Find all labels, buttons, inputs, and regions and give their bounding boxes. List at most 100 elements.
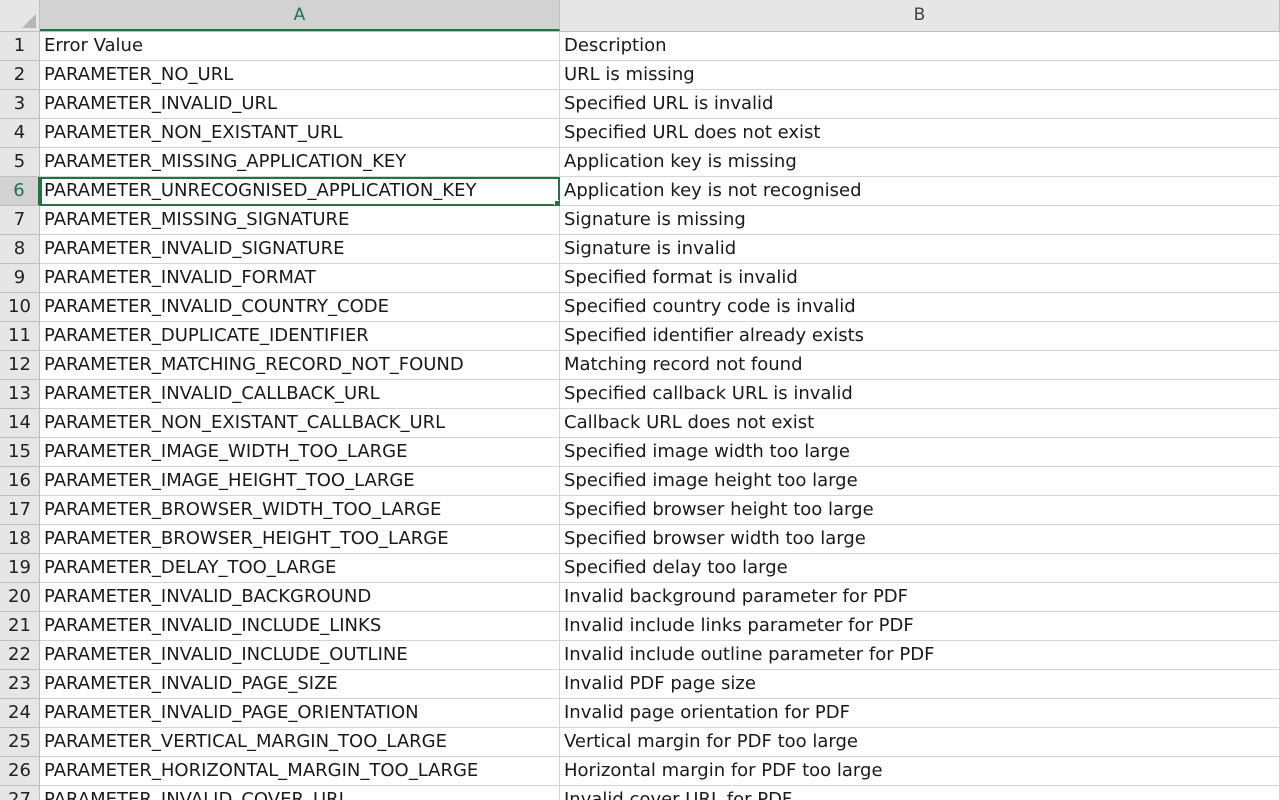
selected-cell[interactable]: PARAMETER_UNRECOGNISED_APPLICATION_KEY	[40, 177, 560, 206]
row-header[interactable]: 2	[0, 61, 40, 90]
table-row: 8 PARAMETER_INVALID_SIGNATURE Signature is…	[0, 235, 1280, 264]
cell-a[interactable]: PARAMETER_VERTICAL_MARGIN_TOO_LARGE	[40, 728, 560, 757]
cell-a[interactable]: PARAMETER_NON_EXISTANT_URL	[40, 119, 560, 148]
table-row: 2 PARAMETER_NO_URL URL is missing	[0, 61, 1280, 90]
row-header[interactable]: 3	[0, 90, 40, 119]
row-header[interactable]: 17	[0, 496, 40, 525]
row-header[interactable]: 18	[0, 525, 40, 554]
cell-b[interactable]: Specified identifier already exists	[560, 322, 1280, 351]
cell-a[interactable]: PARAMETER_INVALID_BACKGROUND	[40, 583, 560, 612]
table-row: 4 PARAMETER_NON_EXISTANT_URL Specified URL…	[0, 119, 1280, 148]
cell-b[interactable]: Application key is missing	[560, 148, 1280, 177]
table-row: 21 PARAMETER_INVALID_INCLUDE_LINKS Invalid…	[0, 612, 1280, 641]
row-header[interactable]: 4	[0, 119, 40, 148]
cell-b[interactable]: URL is missing	[560, 61, 1280, 90]
row-header[interactable]: 21	[0, 612, 40, 641]
row-header[interactable]: 7	[0, 206, 40, 235]
cell-b[interactable]: Specified browser height too large	[560, 496, 1280, 525]
cell-a[interactable]: PARAMETER_INVALID_URL	[40, 90, 560, 119]
cell-a[interactable]: PARAMETER_BROWSER_WIDTH_TOO_LARGE	[40, 496, 560, 525]
table-row: 16 PARAMETER_IMAGE_HEIGHT_TOO_LARGE Specif…	[0, 467, 1280, 496]
cell-b[interactable]: Callback URL does not exist	[560, 409, 1280, 438]
table-row: 19 PARAMETER_DELAY_TOO_LARGE Specified del…	[0, 554, 1280, 583]
cell-a[interactable]: PARAMETER_DELAY_TOO_LARGE	[40, 554, 560, 583]
select-all-button[interactable]	[0, 0, 40, 31]
table-row: 26 PARAMETER_HORIZONTAL_MARGIN_TOO_LARGE H…	[0, 757, 1280, 786]
cell-a[interactable]: PARAMETER_INVALID_INCLUDE_OUTLINE	[40, 641, 560, 670]
cell-b[interactable]: Description	[560, 32, 1280, 61]
row-header[interactable]: 11	[0, 322, 40, 351]
cell-a[interactable]: PARAMETER_DUPLICATE_IDENTIFIER	[40, 322, 560, 351]
table-row: 22 PARAMETER_INVALID_INCLUDE_OUTLINE Inval…	[0, 641, 1280, 670]
row-header[interactable]: 14	[0, 409, 40, 438]
row-header[interactable]: 23	[0, 670, 40, 699]
table-row: 13 PARAMETER_INVALID_CALLBACK_URL Specifie…	[0, 380, 1280, 409]
row-header[interactable]: 10	[0, 293, 40, 322]
cell-a[interactable]: Error Value	[40, 32, 560, 61]
table-row: 25 PARAMETER_VERTICAL_MARGIN_TOO_LARGE Ver…	[0, 728, 1280, 757]
row-header[interactable]: 27	[0, 786, 40, 800]
cell-a[interactable]: PARAMETER_INVALID_PAGE_SIZE	[40, 670, 560, 699]
cell-b[interactable]: Specified URL does not exist	[560, 119, 1280, 148]
row-header[interactable]: 1	[0, 32, 40, 61]
cell-a[interactable]: PARAMETER_NON_EXISTANT_CALLBACK_URL	[40, 409, 560, 438]
row-header[interactable]: 12	[0, 351, 40, 380]
column-header-a[interactable]: A	[40, 0, 560, 31]
cell-b[interactable]: Specified callback URL is invalid	[560, 380, 1280, 409]
cell-a[interactable]: PARAMETER_BROWSER_HEIGHT_TOO_LARGE	[40, 525, 560, 554]
table-row: 7 PARAMETER_MISSING_SIGNATURE Signature is…	[0, 206, 1280, 235]
cell-b[interactable]: Specified format is invalid	[560, 264, 1280, 293]
table-row: 12 PARAMETER_MATCHING_RECORD_NOT_FOUND Mat…	[0, 351, 1280, 380]
cell-b[interactable]: Horizontal margin for PDF too large	[560, 757, 1280, 786]
cell-a[interactable]: PARAMETER_HORIZONTAL_MARGIN_TOO_LARGE	[40, 757, 560, 786]
cell-b[interactable]: Specified country code is invalid	[560, 293, 1280, 322]
cell-a[interactable]: PARAMETER_INVALID_COUNTRY_CODE	[40, 293, 560, 322]
cell-b[interactable]: Signature is missing	[560, 206, 1280, 235]
cell-b[interactable]: Invalid background parameter for PDF	[560, 583, 1280, 612]
cell-b[interactable]: Invalid cover URL for PDF	[560, 786, 1280, 800]
cell-b[interactable]: Specified image height too large	[560, 467, 1280, 496]
table-row: 24 PARAMETER_INVALID_PAGE_ORIENTATION Inva…	[0, 699, 1280, 728]
cell-b[interactable]: Signature is invalid	[560, 235, 1280, 264]
row-header[interactable]: 24	[0, 699, 40, 728]
row-header[interactable]: 20	[0, 583, 40, 612]
table-row: 27 PARAMETER_INVALID_COVER_URL Invalid cov…	[0, 786, 1280, 800]
cell-a[interactable]: PARAMETER_INVALID_PAGE_ORIENTATION	[40, 699, 560, 728]
cell-a[interactable]: PARAMETER_MATCHING_RECORD_NOT_FOUND	[40, 351, 560, 380]
row-header[interactable]: 19	[0, 554, 40, 583]
cell-a[interactable]: PARAMETER_IMAGE_HEIGHT_TOO_LARGE	[40, 467, 560, 496]
cell-b[interactable]: Specified browser width too large	[560, 525, 1280, 554]
row-header[interactable]: 26	[0, 757, 40, 786]
table-row: 20 PARAMETER_INVALID_BACKGROUND Invalid ba…	[0, 583, 1280, 612]
cell-a[interactable]: PARAMETER_IMAGE_WIDTH_TOO_LARGE	[40, 438, 560, 467]
cell-b[interactable]: Application key is not recognised	[560, 177, 1280, 206]
column-header-b[interactable]: B	[560, 0, 1280, 31]
row-header[interactable]: 15	[0, 438, 40, 467]
cell-b[interactable]: Invalid include outline parameter for PD…	[560, 641, 1280, 670]
row-header[interactable]: 5	[0, 148, 40, 177]
cell-a[interactable]: PARAMETER_INVALID_COVER_URL	[40, 786, 560, 800]
cell-b[interactable]: Invalid include links parameter for PDF	[560, 612, 1280, 641]
row-header[interactable]: 25	[0, 728, 40, 757]
cell-b[interactable]: Invalid page orientation for PDF	[560, 699, 1280, 728]
row-header[interactable]: 22	[0, 641, 40, 670]
cell-a[interactable]: PARAMETER_NO_URL	[40, 61, 560, 90]
row-header[interactable]: 13	[0, 380, 40, 409]
row-header[interactable]: 8	[0, 235, 40, 264]
cell-b[interactable]: Invalid PDF page size	[560, 670, 1280, 699]
row-header[interactable]: 6	[0, 177, 40, 206]
cell-b[interactable]: Specified delay too large	[560, 554, 1280, 583]
cell-a[interactable]: PARAMETER_INVALID_SIGNATURE	[40, 235, 560, 264]
cell-a[interactable]: PARAMETER_MISSING_SIGNATURE	[40, 206, 560, 235]
cell-b[interactable]: Vertical margin for PDF too large	[560, 728, 1280, 757]
row-header[interactable]: 9	[0, 264, 40, 293]
cell-a[interactable]: PARAMETER_INVALID_FORMAT	[40, 264, 560, 293]
cell-b[interactable]: Matching record not found	[560, 351, 1280, 380]
cell-b[interactable]: Specified image width too large	[560, 438, 1280, 467]
cell-b[interactable]: Specified URL is invalid	[560, 90, 1280, 119]
cell-a[interactable]: PARAMETER_MISSING_APPLICATION_KEY	[40, 148, 560, 177]
row-header[interactable]: 16	[0, 467, 40, 496]
cell-a[interactable]: PARAMETER_INVALID_CALLBACK_URL	[40, 380, 560, 409]
cell-a[interactable]: PARAMETER_INVALID_INCLUDE_LINKS	[40, 612, 560, 641]
table-row: 17 PARAMETER_BROWSER_WIDTH_TOO_LARGE Speci…	[0, 496, 1280, 525]
